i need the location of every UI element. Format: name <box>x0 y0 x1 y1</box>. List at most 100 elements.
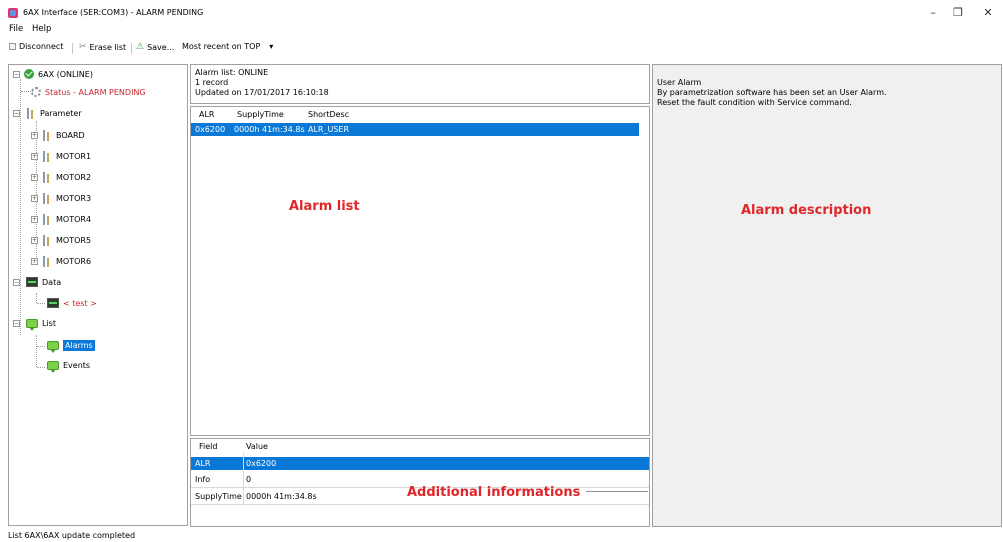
menu-help[interactable]: Help <box>32 24 51 34</box>
tree-node-data[interactable]: − Data <box>13 277 61 287</box>
erase-list-button[interactable]: ✂ Erase list <box>79 42 126 52</box>
parameter-icon <box>42 235 52 246</box>
data-icon <box>26 277 38 287</box>
tree-node-motor1[interactable]: + MOTOR1 <box>31 151 91 162</box>
tree-node-label: Data <box>42 277 62 287</box>
annotation-alarm-description: Alarm description <box>741 203 872 218</box>
list-icon <box>26 319 38 331</box>
window-title: 6AX Interface (SER:COM3) - ALARM PENDING <box>23 8 204 17</box>
column-header-shortdesc[interactable]: ShortDesc <box>308 110 349 119</box>
expand-icon[interactable]: + <box>31 132 38 139</box>
expand-icon[interactable]: + <box>31 216 38 223</box>
tree-node-label: MOTOR4 <box>56 215 92 224</box>
save-button[interactable]: ⚠ Save... <box>136 42 174 52</box>
collapse-icon[interactable]: − <box>13 110 20 117</box>
tree-node-motor4[interactable]: + MOTOR4 <box>31 214 91 225</box>
title-bar: 6AX Interface (SER:COM3) - ALARM PENDING… <box>0 0 1003 22</box>
tree-guide <box>37 367 45 368</box>
column-header-value[interactable]: Value <box>246 442 268 451</box>
tree-node-parameter[interactable]: − Parameter <box>13 108 82 119</box>
record-count: 1 record <box>195 78 229 87</box>
disconnect-button[interactable]: Disconnect <box>9 42 63 51</box>
alarm-description-panel: User Alarm By parametrization software h… <box>652 64 1002 527</box>
column-divider <box>243 453 244 505</box>
cell-value: 0000h 41m:34.8s <box>246 492 317 501</box>
tree-node-6ax[interactable]: − 6AX (ONLINE) <box>13 69 93 79</box>
tree-node-motor5[interactable]: + MOTOR5 <box>31 235 91 246</box>
tree-node-label: MOTOR3 <box>56 194 92 203</box>
column-header-alr[interactable]: ALR <box>199 110 215 119</box>
grid-header: Field Value <box>191 439 649 453</box>
menu-file[interactable]: File <box>9 24 23 34</box>
expand-icon[interactable]: + <box>31 195 38 202</box>
sort-order-label: Most recent on TOP <box>182 42 261 51</box>
tree-node-label: Parameter <box>40 109 82 118</box>
tree-node-status[interactable]: Status - ALARM PENDING <box>31 87 146 97</box>
collapse-icon[interactable]: − <box>13 70 20 78</box>
minimize-button[interactable]: – <box>920 4 946 22</box>
cell-field: SupplyTime <box>195 492 242 501</box>
toolbar-separator <box>72 43 73 54</box>
chevron-down-icon: ▾ <box>269 42 274 51</box>
column-header-field[interactable]: Field <box>199 442 217 451</box>
tree-node-alarms[interactable]: Alarms <box>47 340 95 353</box>
alarm-details-grid[interactable]: Field Value ALR 0x6200 Info 0 SupplyTime… <box>190 438 650 527</box>
status-bar-text: List 6AX\6AX update completed <box>8 531 136 540</box>
expand-icon[interactable]: + <box>31 174 38 181</box>
parameter-icon <box>26 108 36 119</box>
table-row[interactable]: 0x6200 0000h 41m:34.8s ALR_USER <box>191 123 639 136</box>
annotation-underline <box>586 491 648 492</box>
annotation-alarm-list: Alarm list <box>289 199 360 214</box>
column-header-supplytime[interactable]: SupplyTime <box>237 110 284 119</box>
tree-node-events[interactable]: Events <box>47 361 91 373</box>
tree-node-label: MOTOR1 <box>56 152 92 161</box>
description-title: User Alarm <box>657 78 702 87</box>
toolbar: Disconnect ✂ Erase list ⚠ Save... Most r… <box>0 42 1003 56</box>
annotation-additional-informations: Additional informations <box>407 485 581 500</box>
online-icon <box>24 69 34 79</box>
alarm-list-grid[interactable]: ALR SupplyTime ShortDesc 0x6200 0000h 41… <box>190 106 650 436</box>
sort-order-dropdown[interactable]: Most recent on TOP ▾ <box>182 42 273 51</box>
maximize-button[interactable]: ❐ <box>945 4 971 22</box>
cell-field: Info <box>195 475 211 484</box>
tree-guide <box>37 346 45 347</box>
parameter-icon <box>42 151 52 162</box>
tree-node-label: MOTOR2 <box>56 173 92 182</box>
event-icon <box>47 361 59 373</box>
tree-node-label: Status - ALARM PENDING <box>45 87 146 97</box>
tree-node-label: Alarms <box>63 340 95 351</box>
tree-node-label: Events <box>63 361 91 370</box>
collapse-icon[interactable]: − <box>13 278 20 286</box>
alarm-list-header: Alarm list: ONLINE 1 record Updated on 1… <box>190 64 650 104</box>
grid-header: ALR SupplyTime ShortDesc <box>191 107 649 121</box>
expand-icon[interactable]: + <box>31 153 38 160</box>
tree-node-motor3[interactable]: + MOTOR3 <box>31 193 91 204</box>
tree-node-motor6[interactable]: + MOTOR6 <box>31 256 91 267</box>
tree-node-board[interactable]: + BOARD <box>31 130 85 141</box>
parameter-icon <box>42 214 52 225</box>
save-label: Save... <box>147 42 175 52</box>
save-icon: ⚠ <box>136 42 145 52</box>
tree-guide <box>36 335 37 367</box>
tree-node-label: BOARD <box>56 131 85 140</box>
alarm-icon <box>47 341 59 353</box>
tree-guide <box>37 303 45 304</box>
expand-icon[interactable]: + <box>31 237 38 244</box>
tree-guide <box>36 293 37 303</box>
tree-node-label: MOTOR5 <box>56 236 92 245</box>
close-button[interactable]: ✕ <box>975 4 1001 22</box>
expand-icon[interactable]: + <box>31 258 38 265</box>
disconnect-label: Disconnect <box>19 42 64 51</box>
description-text: Reset the fault condition with Service c… <box>657 98 852 107</box>
cell-alr: 0x6200 <box>195 125 226 134</box>
tree-node-motor2[interactable]: + MOTOR2 <box>31 172 91 183</box>
table-row[interactable]: ALR 0x6200 <box>191 457 649 470</box>
data-icon <box>47 298 59 308</box>
tree-node-list[interactable]: − List <box>13 319 56 331</box>
cell-supplytime: 0000h 41m:34.8s <box>234 125 305 134</box>
cell-value: 0x6200 <box>246 459 277 468</box>
parameter-icon <box>42 256 52 267</box>
cell-field: ALR <box>195 459 211 468</box>
tree-node-test[interactable]: < test > <box>47 298 97 308</box>
collapse-icon[interactable]: − <box>13 320 20 327</box>
